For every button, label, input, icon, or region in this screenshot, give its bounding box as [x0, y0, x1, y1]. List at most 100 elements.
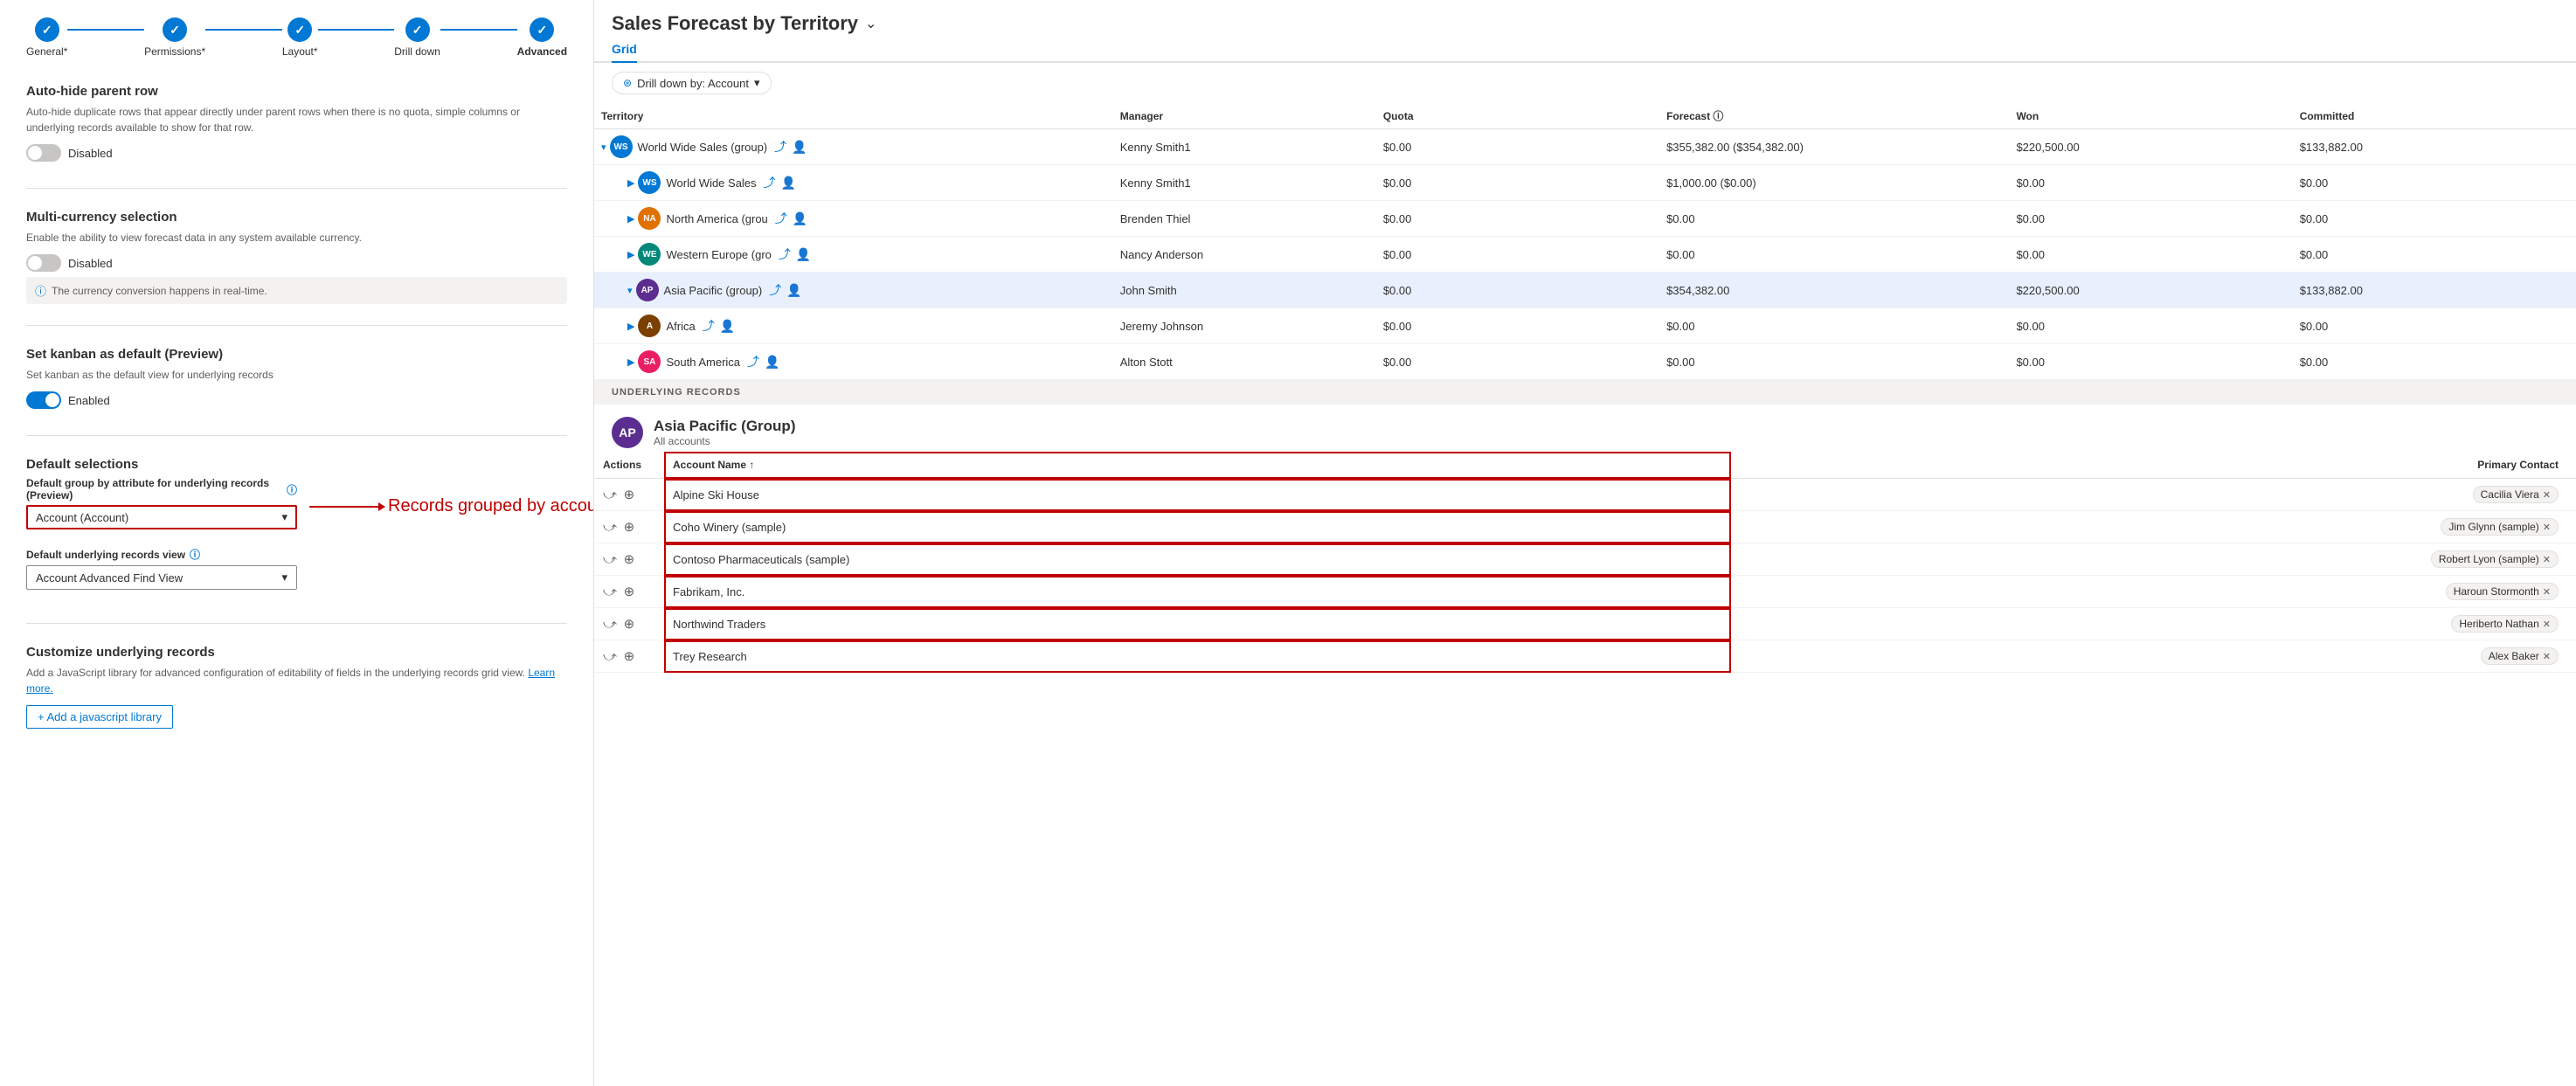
underlying-row: ⤻ ⊕ Alpine Ski House Cacilia Viera ✕ [594, 479, 2576, 511]
right-panel: Sales Forecast by Territory ⌄ Grid ⊛ Dri… [594, 0, 2576, 1086]
group-label-text: Default group by attribute for underlyin… [26, 477, 282, 501]
account-name-cell-3: Fabrikam, Inc. [664, 576, 1731, 608]
more-icon-5[interactable]: ⊕ [624, 649, 635, 664]
territory-name-2: North America (grou [666, 212, 767, 225]
won-cell-4: $220,500.00 [2009, 273, 2292, 308]
expand-arrow-4[interactable]: ▾ [627, 285, 633, 296]
share-icon-1[interactable]: ⤴ [764, 174, 776, 191]
underlying-actions-4: ⤻ ⊕ [594, 608, 664, 640]
underlying-actions-3: ⤻ ⊕ [594, 576, 664, 608]
expand-arrow-5[interactable]: ▶ [627, 321, 634, 332]
contact-tag-remove-4[interactable]: ✕ [2543, 619, 2551, 630]
grid-tab[interactable]: Grid [612, 35, 637, 63]
multi-currency-section: Multi-currency selection Enable the abil… [26, 210, 567, 326]
user-icon-1[interactable]: 👤 [781, 176, 796, 190]
share-icon-4[interactable]: ⤴ [769, 281, 781, 299]
quota-cell-3: $0.00 [1376, 237, 1659, 273]
share-icon-5[interactable]: ⤴ [703, 317, 715, 335]
drill-down-button[interactable]: ⊛ Drill down by: Account ▾ [612, 72, 772, 94]
open-icon-4[interactable]: ⤻ [603, 617, 617, 632]
th-account-name: Account Name ↑ [664, 452, 1731, 479]
drill-btn-chevron: ▾ [754, 76, 760, 90]
auto-hide-toggle[interactable] [26, 144, 61, 162]
share-icon-6[interactable]: ⤴ [747, 353, 759, 370]
underlying-actions-0: ⤻ ⊕ [594, 479, 664, 511]
contact-tag-remove-5[interactable]: ✕ [2543, 651, 2551, 662]
more-icon-1[interactable]: ⊕ [624, 520, 635, 535]
user-icon-5[interactable]: 👤 [720, 319, 735, 334]
forecast-row: ▶ WE Western Europe (gro ⤴ 👤 Nancy Ander… [594, 237, 2576, 273]
underlying-header-row: Actions Account Name ↑ Primary Contact [594, 452, 2576, 479]
kanban-toggle[interactable] [26, 391, 61, 409]
won-cell-0: $220,500.00 [2009, 129, 2292, 165]
view-label-info-icon[interactable]: ⓘ [190, 547, 200, 562]
expand-arrow-1[interactable]: ▶ [627, 177, 634, 189]
view-label-text: Default underlying records view [26, 549, 185, 561]
account-name-sort[interactable]: Account Name ↑ [673, 459, 1722, 471]
step-permissions[interactable]: ✓ Permissions* [144, 17, 205, 58]
currency-info-text: The currency conversion happens in real-… [52, 285, 267, 297]
add-javascript-button[interactable]: + Add a javascript library [26, 705, 173, 729]
contact-tag-1: Jim Glynn (sample) ✕ [2441, 518, 2559, 536]
expand-arrow-6[interactable]: ▶ [627, 356, 634, 368]
step-permissions-circle: ✓ [163, 17, 187, 42]
group-dropdown[interactable]: Account (Account) ▾ [26, 505, 297, 529]
open-icon-1[interactable]: ⤻ [603, 520, 617, 535]
grid-tab-row: Grid [594, 35, 2576, 63]
step-layout[interactable]: ✓ Layout* [282, 17, 318, 58]
drill-btn-label: Drill down by: Account [637, 77, 749, 90]
step-advanced-label: Advanced [517, 45, 567, 58]
committed-cell-3: $0.00 [2293, 237, 2576, 273]
forecast-cell-5: $0.00 [1659, 308, 2009, 344]
auto-hide-section: Auto-hide parent row Auto-hide duplicate… [26, 84, 567, 189]
open-icon-3[interactable]: ⤻ [603, 585, 617, 599]
expand-arrow-3[interactable]: ▶ [627, 249, 634, 260]
more-icon-2[interactable]: ⊕ [624, 552, 635, 567]
territory-cell-3: ▶ WE Western Europe (gro ⤴ 👤 [594, 237, 1113, 273]
open-icon-5[interactable]: ⤻ [603, 649, 617, 664]
more-icon-3[interactable]: ⊕ [624, 585, 635, 599]
default-selections-section: Default selections Default group by attr… [26, 457, 567, 624]
forecast-table-head: Territory Manager Quota Forecast ⓘ Won C… [594, 103, 2576, 129]
forecast-chevron-icon[interactable]: ⌄ [865, 15, 876, 32]
share-icon-3[interactable]: ⤴ [779, 246, 791, 263]
multi-currency-toggle[interactable] [26, 254, 61, 272]
multi-currency-desc: Enable the ability to view forecast data… [26, 230, 567, 246]
open-icon-0[interactable]: ⤻ [603, 488, 617, 502]
user-icon-0[interactable]: 👤 [792, 140, 807, 155]
primary-contact-cell-5: Alex Baker ✕ [1731, 640, 2576, 673]
user-icon-6[interactable]: 👤 [765, 355, 779, 370]
contact-tag-remove-2[interactable]: ✕ [2543, 554, 2551, 565]
view-dropdown[interactable]: Account Advanced Find View ▾ [26, 565, 297, 590]
more-icon-0[interactable]: ⊕ [624, 488, 635, 502]
user-icon-2[interactable]: 👤 [793, 211, 807, 226]
open-icon-2[interactable]: ⤻ [603, 552, 617, 567]
th-quota: Quota [1376, 103, 1659, 129]
entity-avatar: AP [612, 417, 643, 448]
more-icon-4[interactable]: ⊕ [624, 617, 635, 632]
group-label-info-icon[interactable]: ⓘ [287, 482, 297, 497]
underlying-row: ⤻ ⊕ Trey Research Alex Baker ✕ [594, 640, 2576, 673]
user-icon-3[interactable]: 👤 [796, 247, 811, 262]
kanban-title: Set kanban as default (Preview) [26, 347, 567, 362]
share-icon-2[interactable]: ⤴ [775, 210, 787, 227]
th-forecast: Forecast ⓘ [1659, 103, 2009, 129]
territory-actions-2: ⤴ 👤 [775, 210, 807, 227]
contact-tag-remove-3[interactable]: ✕ [2543, 586, 2551, 598]
share-icon-0[interactable]: ⤴ [774, 138, 786, 156]
step-advanced[interactable]: ✓ Advanced [517, 17, 567, 58]
expand-arrow-0[interactable]: ▾ [601, 142, 606, 153]
committed-cell-6: $0.00 [2293, 344, 2576, 380]
step-drilldown[interactable]: ✓ Drill down [394, 17, 440, 58]
forecast-title: Sales Forecast by Territory [612, 12, 858, 35]
annotation-text: Records grouped by account [388, 496, 594, 516]
user-icon-4[interactable]: 👤 [786, 283, 801, 298]
expand-arrow-2[interactable]: ▶ [627, 213, 634, 225]
step-layout-label: Layout* [282, 45, 318, 58]
contact-tag-remove-1[interactable]: ✕ [2543, 522, 2551, 533]
committed-cell-0: $133,882.00 [2293, 129, 2576, 165]
contact-tag-remove-0[interactable]: ✕ [2543, 489, 2551, 501]
left-panel: ✓ General* ✓ Permissions* ✓ Layout* ✓ Dr… [0, 0, 594, 1086]
step-general[interactable]: ✓ General* [26, 17, 67, 58]
step-drilldown-circle: ✓ [405, 17, 430, 42]
